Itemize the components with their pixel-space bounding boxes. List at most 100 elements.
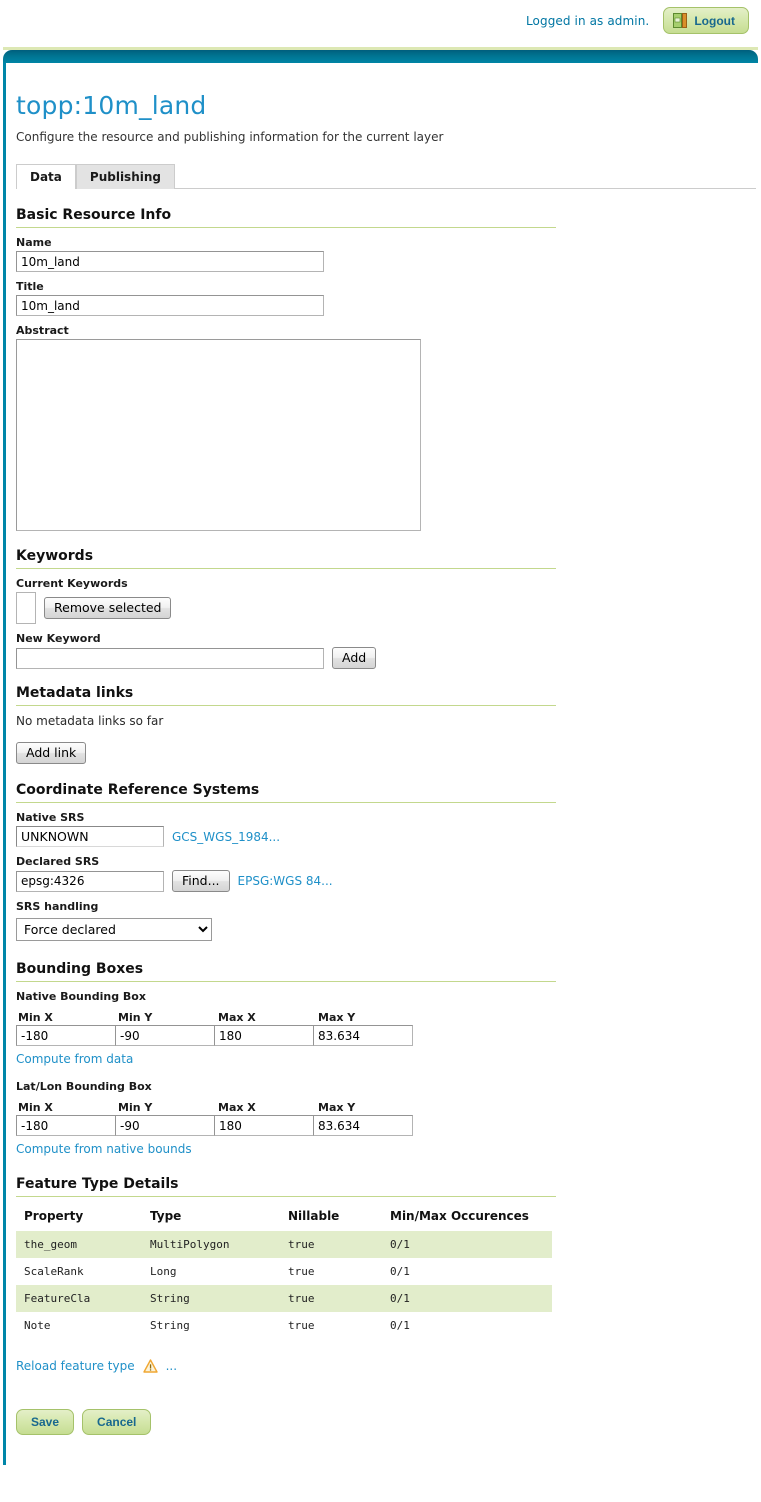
bbox-col-min-y: Min Y bbox=[118, 1011, 153, 1024]
srs-handling-select[interactable]: Force declared bbox=[16, 918, 212, 941]
latlon-col-max-x: Max X bbox=[218, 1101, 256, 1114]
cell-occurences: 0/1 bbox=[382, 1285, 552, 1312]
latlon-bbox-max-x[interactable] bbox=[214, 1115, 314, 1136]
declared-srs-row: Find... EPSG:WGS 84... bbox=[16, 870, 758, 892]
section-bounding-boxes: Bounding Boxes bbox=[16, 961, 556, 982]
cell-property: FeatureCla bbox=[16, 1285, 142, 1312]
cell-nillable: true bbox=[280, 1285, 382, 1312]
native-srs-value: UNKNOWN bbox=[16, 826, 164, 847]
compute-from-native-bounds-link[interactable]: Compute from native bounds bbox=[16, 1142, 758, 1156]
feature-type-table: Property Type Nillable Min/Max Occurence… bbox=[16, 1205, 552, 1339]
compute-from-data-link[interactable]: Compute from data bbox=[16, 1052, 758, 1066]
th-property: Property bbox=[24, 1209, 84, 1223]
table-row: the_geom MultiPolygon true 0/1 bbox=[16, 1231, 552, 1258]
save-button[interactable]: Save bbox=[16, 1409, 75, 1435]
latlon-bbox-max-y[interactable] bbox=[313, 1115, 413, 1136]
native-bbox-min-y[interactable] bbox=[115, 1025, 215, 1046]
declared-srs-label: Declared SRS bbox=[16, 855, 100, 868]
cell-property: ScaleRank bbox=[16, 1258, 142, 1285]
tab-data[interactable]: Data bbox=[16, 164, 76, 189]
reload-dots: ... bbox=[165, 1359, 178, 1373]
section-metadata-links: Metadata links bbox=[16, 685, 556, 706]
warning-triangle-icon bbox=[142, 1359, 158, 1373]
form-actions: Save Cancel bbox=[16, 1409, 758, 1465]
logout-button[interactable]: Logout bbox=[663, 7, 749, 34]
abstract-textarea[interactable] bbox=[16, 339, 421, 531]
native-bbox-inputs bbox=[16, 1025, 758, 1046]
table-row: ScaleRank Long true 0/1 bbox=[16, 1258, 552, 1285]
table-header-row: Property Type Nillable Min/Max Occurence… bbox=[16, 1205, 552, 1231]
latlon-col-max-y: Max Y bbox=[318, 1101, 356, 1114]
cell-occurences: 0/1 bbox=[382, 1231, 552, 1258]
latlon-bbox-min-y[interactable] bbox=[115, 1115, 215, 1136]
title-label: Title bbox=[16, 280, 44, 293]
tab-bar: Data Publishing bbox=[16, 162, 756, 189]
native-srs-row: UNKNOWN GCS_WGS_1984... bbox=[16, 826, 758, 847]
name-input[interactable] bbox=[16, 251, 324, 272]
latlon-bbox-min-x[interactable] bbox=[16, 1115, 116, 1136]
declared-srs-link[interactable]: EPSG:WGS 84... bbox=[238, 874, 333, 888]
new-keyword-label: New Keyword bbox=[16, 632, 101, 645]
page-subtitle: Configure the resource and publishing in… bbox=[16, 130, 444, 144]
cell-occurences: 0/1 bbox=[382, 1258, 552, 1285]
bbox-col-max-x: Max X bbox=[218, 1011, 256, 1024]
native-srs-link[interactable]: GCS_WGS_1984... bbox=[172, 830, 280, 844]
section-feature-type-details: Feature Type Details bbox=[16, 1176, 556, 1197]
cell-nillable: true bbox=[280, 1312, 382, 1339]
cell-nillable: true bbox=[280, 1231, 382, 1258]
th-occurences: Min/Max Occurences bbox=[390, 1209, 529, 1223]
native-srs-label: Native SRS bbox=[16, 811, 85, 824]
latlon-col-min-x: Min X bbox=[18, 1101, 53, 1114]
latlon-bbox-column-headers: Min X Min Y Max X Max Y bbox=[16, 1101, 758, 1114]
current-keywords-listbox[interactable] bbox=[16, 592, 36, 624]
table-row: Note String true 0/1 bbox=[16, 1312, 552, 1339]
th-type: Type bbox=[150, 1209, 182, 1223]
section-basic-resource-info: Basic Resource Info bbox=[16, 207, 556, 228]
srs-handling-label: SRS handling bbox=[16, 900, 99, 913]
native-bbox-max-x[interactable] bbox=[214, 1025, 314, 1046]
remove-selected-button[interactable]: Remove selected bbox=[44, 597, 172, 619]
cell-occurences: 0/1 bbox=[382, 1312, 552, 1339]
latlon-col-min-y: Min Y bbox=[118, 1101, 153, 1114]
reload-feature-type-link[interactable]: Reload feature type bbox=[16, 1359, 135, 1373]
bbox-col-min-x: Min X bbox=[18, 1011, 53, 1024]
cancel-button[interactable]: Cancel bbox=[82, 1409, 152, 1435]
find-srs-button[interactable]: Find... bbox=[172, 870, 230, 892]
add-keyword-button[interactable]: Add bbox=[332, 647, 377, 669]
add-link-button[interactable]: Add link bbox=[16, 742, 87, 764]
metadata-links-empty-text: No metadata links so far bbox=[16, 714, 164, 728]
new-keyword-input[interactable] bbox=[16, 647, 324, 669]
header-band bbox=[0, 47, 761, 63]
tab-publishing[interactable]: Publishing bbox=[75, 164, 175, 189]
current-keywords-label: Current Keywords bbox=[16, 577, 128, 590]
current-keywords-row: Remove selected bbox=[16, 592, 758, 624]
cell-property: the_geom bbox=[16, 1231, 142, 1258]
cell-type: MultiPolygon bbox=[142, 1231, 280, 1258]
cell-type: String bbox=[142, 1285, 280, 1312]
native-bbox-max-y[interactable] bbox=[313, 1025, 413, 1046]
cell-type: String bbox=[142, 1312, 280, 1339]
cell-property: Note bbox=[16, 1312, 142, 1339]
abstract-label: Abstract bbox=[16, 324, 69, 337]
section-coordinate-reference-systems: Coordinate Reference Systems bbox=[16, 782, 556, 803]
name-label: Name bbox=[16, 236, 52, 249]
section-keywords: Keywords bbox=[16, 548, 556, 569]
logout-label: Logout bbox=[694, 13, 735, 28]
new-keyword-row: Add bbox=[16, 647, 758, 669]
cell-type: Long bbox=[142, 1258, 280, 1285]
declared-srs-input[interactable] bbox=[16, 870, 164, 892]
latlon-bbox-inputs bbox=[16, 1115, 758, 1136]
band-teal bbox=[3, 50, 758, 63]
cell-nillable: true bbox=[280, 1258, 382, 1285]
th-nillable: Nillable bbox=[288, 1209, 340, 1223]
native-bbox-label: Native Bounding Box bbox=[16, 990, 146, 1003]
title-input[interactable] bbox=[16, 295, 324, 316]
table-row: FeatureCla String true 0/1 bbox=[16, 1285, 552, 1312]
reload-feature-type-row: Reload feature type ... bbox=[16, 1359, 758, 1373]
latlon-bbox-label: Lat/Lon Bounding Box bbox=[16, 1080, 152, 1093]
native-bbox-min-x[interactable] bbox=[16, 1025, 116, 1046]
logged-in-status: Logged in as admin. bbox=[525, 13, 650, 28]
page-title: topp:10m_land bbox=[16, 91, 207, 120]
bbox-col-max-y: Max Y bbox=[318, 1011, 356, 1024]
native-bbox-column-headers: Min X Min Y Max X Max Y bbox=[16, 1011, 758, 1024]
